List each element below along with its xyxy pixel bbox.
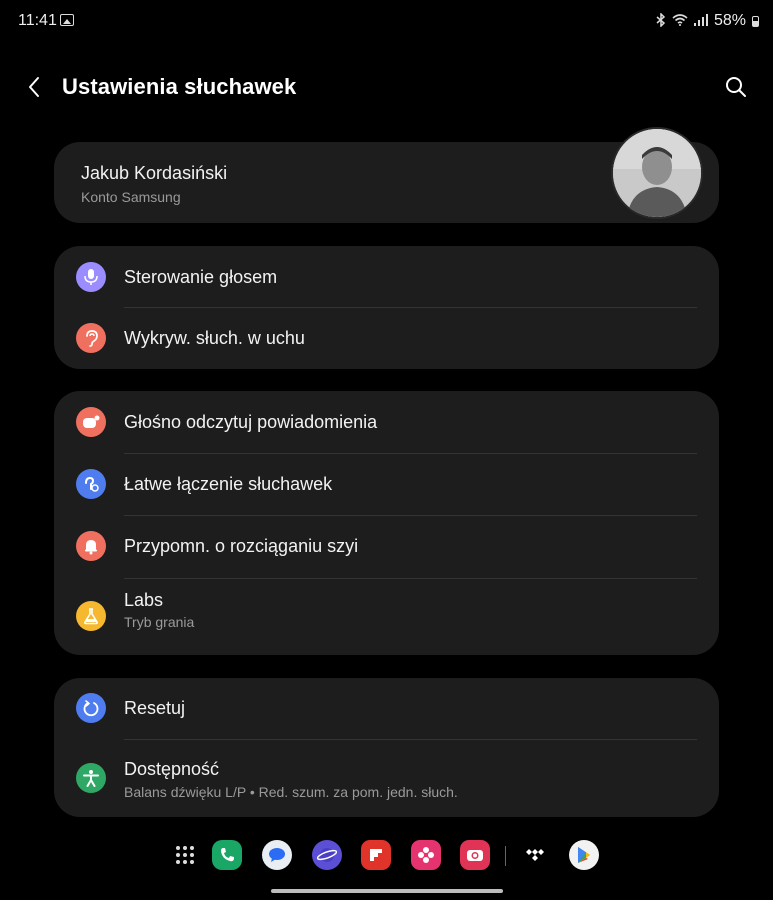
status-icons: 58% xyxy=(656,11,759,30)
bluetooth-icon xyxy=(656,11,666,30)
app-drawer-icon[interactable] xyxy=(170,840,200,870)
bell-icon xyxy=(76,531,106,561)
battery-icon xyxy=(752,15,759,27)
list-item-label: Przypomn. o rozciąganiu szyi xyxy=(124,536,359,556)
list-item-label: Resetuj xyxy=(124,698,186,718)
play-store-app-icon[interactable] xyxy=(569,840,599,870)
messages-app-icon[interactable] xyxy=(262,840,292,870)
ear-icon xyxy=(76,323,106,353)
status-bar: 11:41 58% xyxy=(18,10,759,34)
camera-app-icon[interactable] xyxy=(460,840,490,870)
list-item-label: Głośno odczytuj powiadomienia xyxy=(124,412,378,432)
list-item-easy-pairing[interactable]: Łatwe łączenie słuchawek xyxy=(54,454,719,516)
list-item-neck-stretch-reminder[interactable]: Przypomn. o rozciąganiu szyi xyxy=(54,516,719,578)
notification-read-icon xyxy=(76,407,106,437)
list-item-labs[interactable]: Labs Tryb grania xyxy=(54,579,719,655)
battery-percent: 58% xyxy=(713,12,746,29)
account-type: Konto Samsung xyxy=(81,189,181,205)
gesture-navigation-bar[interactable] xyxy=(271,889,503,893)
list-item-accessibility[interactable]: Dostępność Balans dźwięku L/P • Red. szu… xyxy=(54,740,719,817)
status-time: 11:41 xyxy=(18,12,57,29)
reset-icon xyxy=(76,693,106,723)
settings-group-features: Głośno odczytuj powiadomienia Łatwe łącz… xyxy=(54,391,719,655)
list-item-label: Wykryw. słuch. w uchu xyxy=(124,328,305,348)
signal-icon xyxy=(693,13,708,29)
list-item-sublabel: Balans dźwięku L/P • Red. szum. za pom. … xyxy=(124,784,458,800)
easy-pairing-icon xyxy=(76,469,106,499)
flipboard-app-icon[interactable] xyxy=(361,840,391,870)
wifi-icon xyxy=(672,13,688,29)
list-item-label: Labs xyxy=(124,590,164,610)
microphone-icon xyxy=(76,262,106,292)
list-item-label: Sterowanie głosem xyxy=(124,267,278,287)
avatar[interactable] xyxy=(611,127,703,219)
list-item-label: Dostępność xyxy=(124,759,220,779)
account-name: Jakub Kordasiński xyxy=(81,163,228,183)
back-arrow-icon[interactable] xyxy=(22,74,48,100)
list-item-reset[interactable]: Resetuj xyxy=(54,678,719,740)
settings-group-system: Resetuj Dostępność Balans dźwięku L/P • … xyxy=(54,678,719,817)
settings-group-voice: Sterowanie głosem Wykryw. słuch. w uchu xyxy=(54,246,719,369)
labs-flask-icon xyxy=(76,601,106,631)
list-item-sublabel: Tryb grania xyxy=(124,614,195,630)
dock-separator xyxy=(505,846,506,866)
tidal-app-icon[interactable] xyxy=(520,840,550,870)
list-item-read-notifications[interactable]: Głośno odczytuj powiadomienia xyxy=(54,391,719,453)
samsung-account-card[interactable]: Jakub Kordasiński Konto Samsung xyxy=(54,127,719,223)
list-item-label: Łatwe łączenie słuchawek xyxy=(124,474,333,494)
accessibility-icon xyxy=(76,763,106,793)
gallery-icon xyxy=(60,14,74,26)
gallery-app-icon[interactable] xyxy=(411,840,441,870)
list-item-voice-control[interactable]: Sterowanie głosem xyxy=(54,246,719,308)
phone-app-icon[interactable] xyxy=(212,840,242,870)
internet-app-icon[interactable] xyxy=(312,840,342,870)
page-title: Ustawienia słuchawek xyxy=(62,74,297,99)
search-icon[interactable] xyxy=(723,74,749,100)
list-item-in-ear-detection[interactable]: Wykryw. słuch. w uchu xyxy=(54,308,719,370)
app-header: Ustawienia słuchawek xyxy=(0,66,773,110)
